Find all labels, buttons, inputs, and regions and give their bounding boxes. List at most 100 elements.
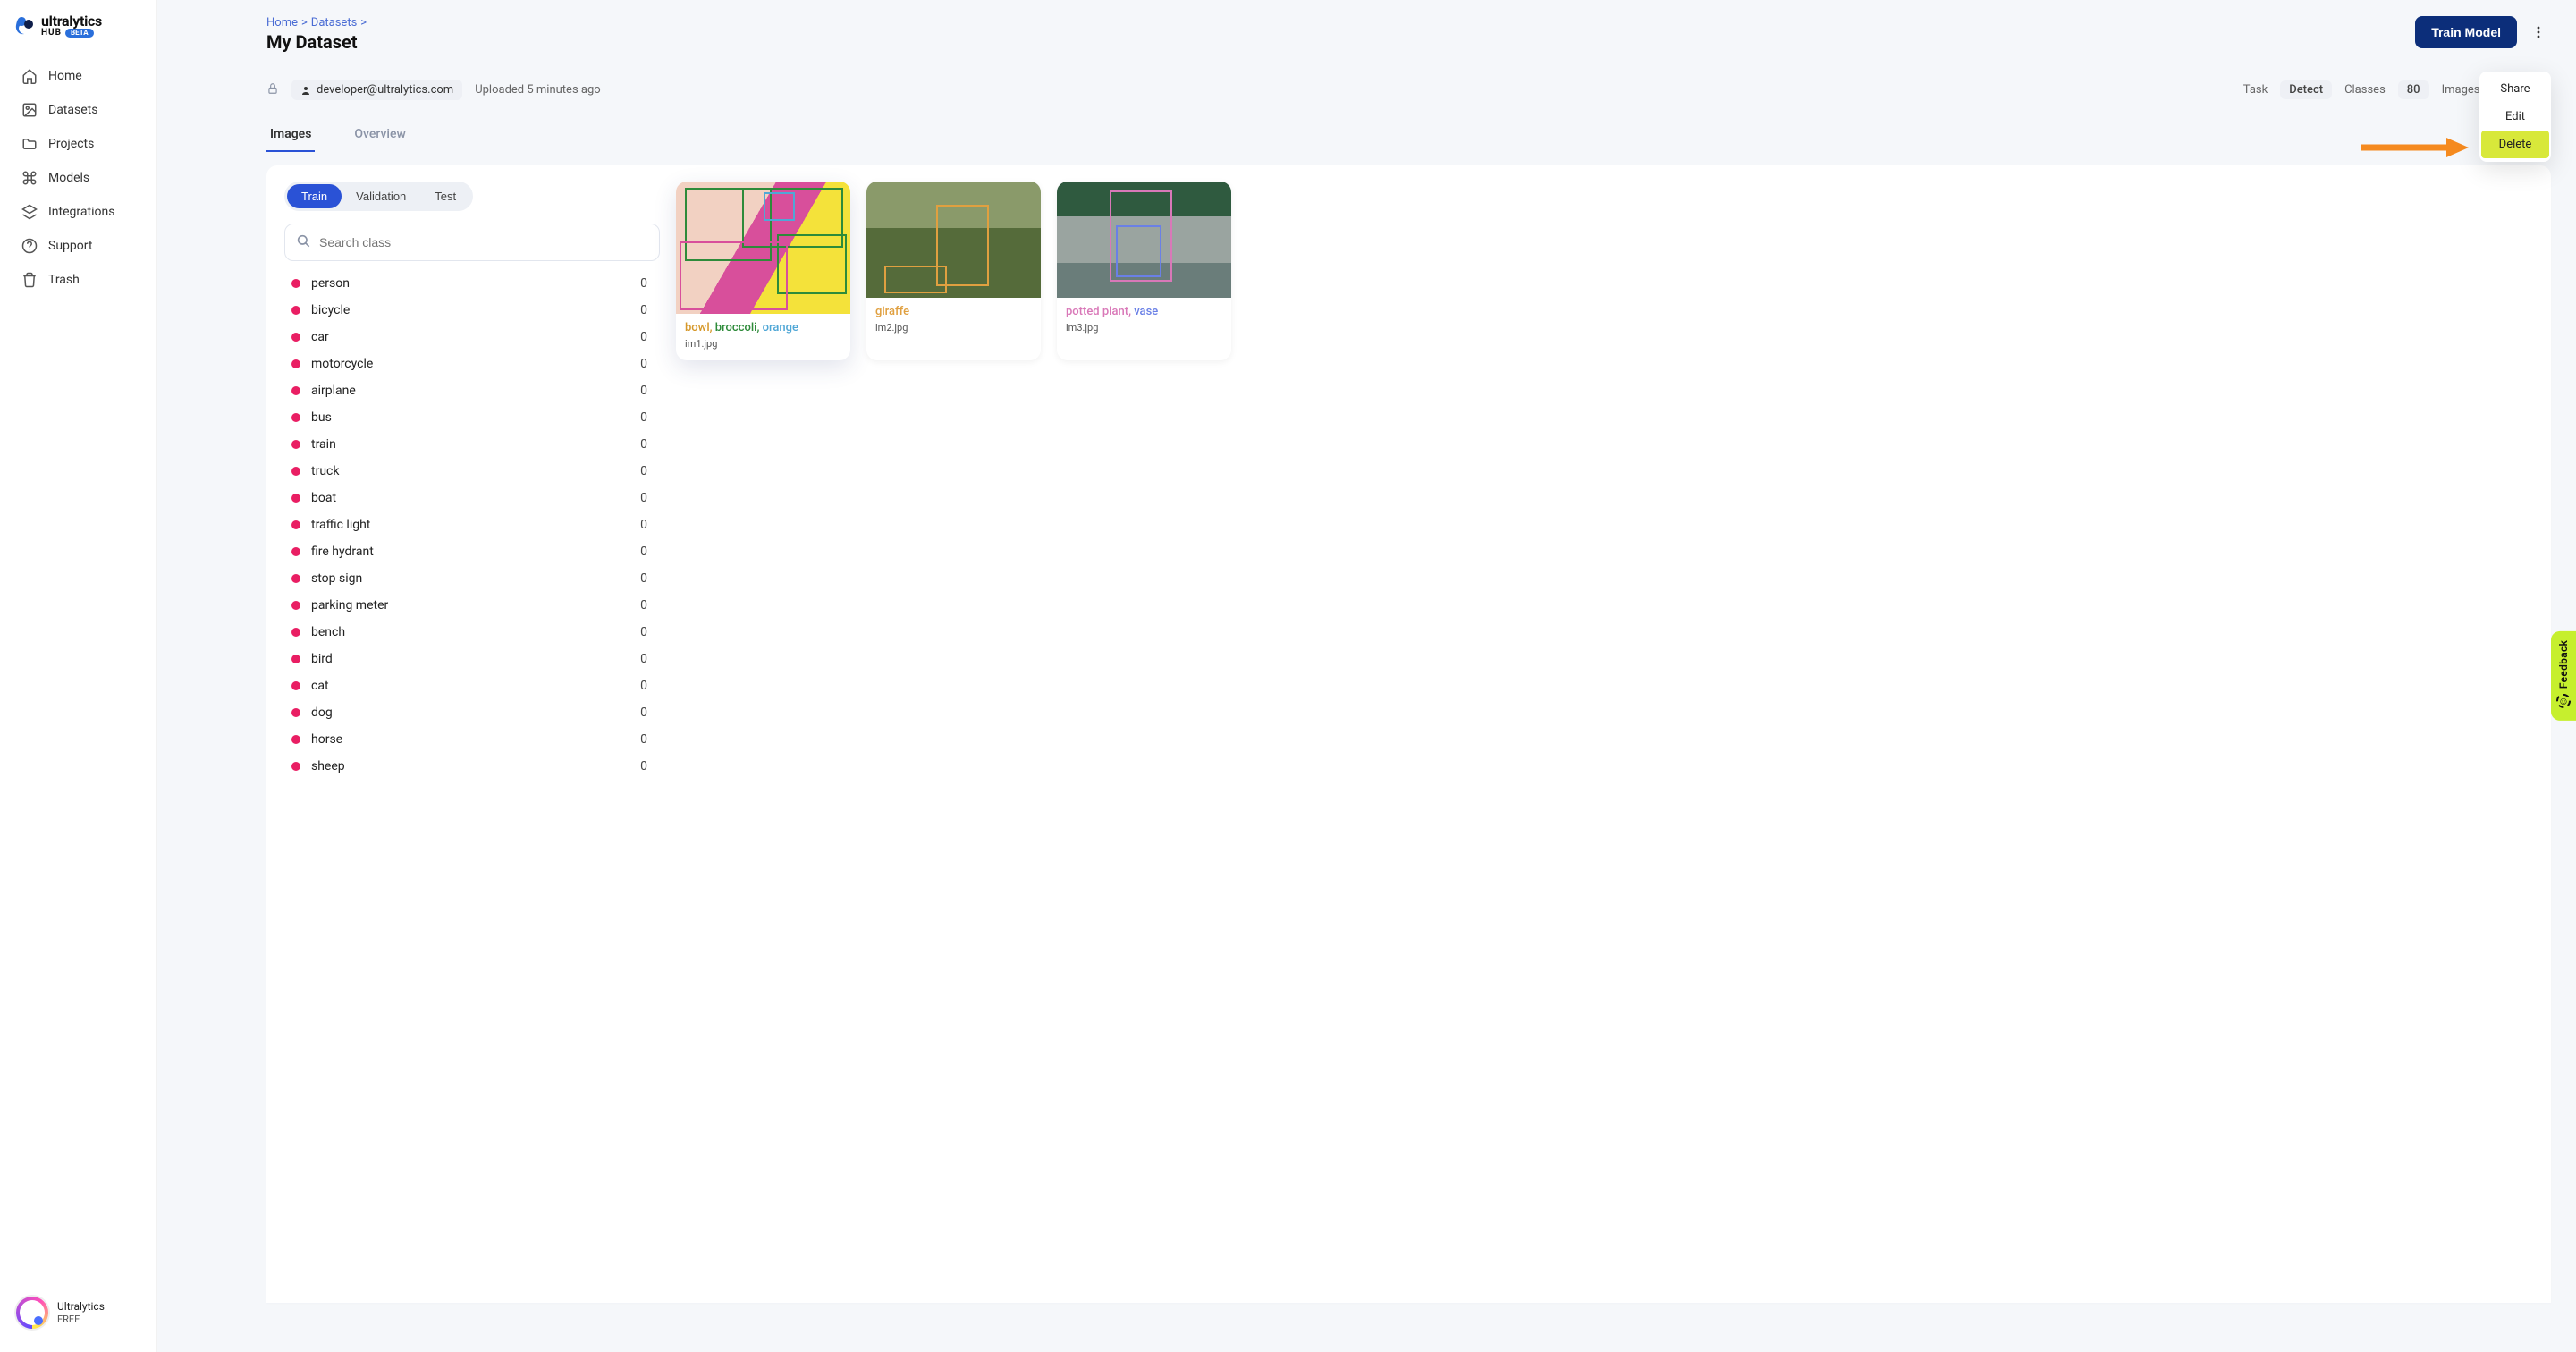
- class-name: dog: [311, 706, 333, 720]
- tab-images[interactable]: Images: [266, 118, 315, 152]
- class-row[interactable]: airplane 0: [284, 377, 655, 404]
- search-input[interactable]: [319, 235, 648, 249]
- help-icon: [21, 238, 38, 254]
- logo[interactable]: ultralytics HUB BETA: [0, 14, 156, 55]
- class-row[interactable]: truck0: [284, 458, 655, 485]
- class-count: 0: [640, 732, 647, 747]
- class-dot-icon: [291, 359, 300, 368]
- page-title: My Dataset: [266, 31, 367, 53]
- class-count: 0: [640, 759, 647, 773]
- folder-icon: [21, 136, 38, 152]
- class-row[interactable]: dog0: [284, 699, 655, 726]
- class-name: motorcycle: [311, 357, 373, 371]
- split-test[interactable]: Test: [420, 184, 470, 208]
- logo-hub: HUB: [41, 29, 62, 38]
- image-thumb: [676, 182, 850, 314]
- more-menu-button[interactable]: [2526, 20, 2551, 45]
- class-count: 0: [640, 491, 647, 505]
- class-name: airplane: [311, 384, 356, 398]
- classes-value: 80: [2398, 80, 2429, 99]
- image-thumb: [866, 182, 1041, 298]
- class-count: 0: [640, 598, 647, 613]
- avatar: [14, 1295, 50, 1331]
- split-train[interactable]: Train: [287, 184, 342, 208]
- class-dot-icon: [291, 306, 300, 315]
- dropdown-delete[interactable]: Delete: [2481, 131, 2549, 158]
- class-name: fire hydrant: [311, 545, 374, 559]
- class-row[interactable]: parking meter0: [284, 592, 655, 619]
- train-model-button[interactable]: Train Model: [2415, 16, 2517, 48]
- feedback-button[interactable]: Feedback ☺: [2551, 631, 2576, 721]
- tab-overview[interactable]: Overview: [351, 118, 409, 152]
- nav-label: Models: [48, 171, 89, 185]
- class-dot-icon: [291, 655, 300, 663]
- nav-label: Integrations: [48, 205, 114, 219]
- sidebar-user[interactable]: Ultralytics FREE: [0, 1284, 156, 1338]
- home-icon: [21, 68, 38, 84]
- class-count: 0: [640, 384, 647, 398]
- class-name: traffic light: [311, 518, 370, 532]
- search-box[interactable]: [284, 224, 660, 261]
- trash-icon: [21, 272, 38, 288]
- nav-item-home[interactable]: Home: [0, 59, 156, 93]
- class-dot-icon: [291, 601, 300, 610]
- nav-item-datasets[interactable]: Datasets: [0, 93, 156, 127]
- owner-pill[interactable]: developer@ultralytics.com: [291, 80, 462, 100]
- class-row[interactable]: fire hydrant0: [284, 538, 655, 565]
- class-name: cat: [311, 679, 329, 693]
- class-name: stop sign: [311, 571, 362, 586]
- image-label: potted plant: [1066, 305, 1128, 318]
- image-card[interactable]: giraffe im2.jpg: [866, 182, 1041, 360]
- class-name: train: [311, 437, 336, 452]
- class-list[interactable]: person0bicycle0car0motorcycle0airplane0b…: [284, 270, 660, 780]
- class-row[interactable]: bus0: [284, 404, 655, 431]
- class-dot-icon: [291, 708, 300, 717]
- class-row[interactable]: horse0: [284, 726, 655, 753]
- class-row[interactable]: person0: [284, 270, 655, 297]
- class-count: 0: [640, 518, 647, 532]
- nav-item-projects[interactable]: Projects: [0, 127, 156, 161]
- breadcrumb-home[interactable]: Home: [266, 16, 298, 30]
- class-dot-icon: [291, 440, 300, 449]
- class-row[interactable]: bicycle0: [284, 297, 655, 324]
- split-selector: Train Validation Test: [284, 182, 473, 211]
- image-filename: im3.jpg: [1066, 322, 1222, 334]
- class-row[interactable]: bench0: [284, 619, 655, 646]
- nav-item-models[interactable]: Models: [0, 161, 156, 195]
- image-card[interactable]: bowl, broccoli, orange im1.jpg: [676, 182, 850, 360]
- class-count: 0: [640, 464, 647, 478]
- class-count: 0: [640, 652, 647, 666]
- uploaded-text: Uploaded 5 minutes ago: [475, 83, 600, 97]
- user-plan: FREE: [57, 1314, 105, 1325]
- nav-label: Home: [48, 69, 82, 83]
- class-row[interactable]: cat0: [284, 672, 655, 699]
- image-card[interactable]: potted plant, vase im3.jpg: [1057, 182, 1231, 360]
- class-dot-icon: [291, 386, 300, 395]
- class-count: 0: [640, 571, 647, 586]
- breadcrumb-datasets[interactable]: Datasets: [311, 16, 358, 30]
- nav-item-support[interactable]: Support: [0, 229, 156, 263]
- nav-label: Trash: [48, 273, 80, 287]
- image-label: giraffe: [875, 305, 909, 318]
- nav-item-trash[interactable]: Trash: [0, 263, 156, 297]
- class-row[interactable]: sheep0: [284, 753, 655, 780]
- image-thumb: [1057, 182, 1231, 298]
- class-name: bus: [311, 410, 332, 425]
- image-filename: im2.jpg: [875, 322, 1032, 334]
- class-count: 0: [640, 303, 647, 317]
- class-row[interactable]: train0: [284, 431, 655, 458]
- class-row[interactable]: car0: [284, 324, 655, 351]
- dropdown-share[interactable]: Share: [2479, 75, 2551, 103]
- class-row[interactable]: traffic light 0: [284, 511, 655, 538]
- class-count: 0: [640, 357, 647, 371]
- image-grid: bowl, broccoli, orange im1.jpg giraffe i…: [676, 182, 2533, 1287]
- class-row[interactable]: stop sign 0: [284, 565, 655, 592]
- class-row[interactable]: motorcycle 0: [284, 351, 655, 377]
- split-validation[interactable]: Validation: [342, 184, 420, 208]
- class-row[interactable]: boat0: [284, 485, 655, 511]
- nav-item-integrations[interactable]: Integrations: [0, 195, 156, 229]
- dropdown-edit[interactable]: Edit: [2479, 103, 2551, 131]
- nav-label: Datasets: [48, 103, 97, 117]
- owner-email: developer@ultralytics.com: [317, 83, 453, 97]
- class-row[interactable]: bird0: [284, 646, 655, 672]
